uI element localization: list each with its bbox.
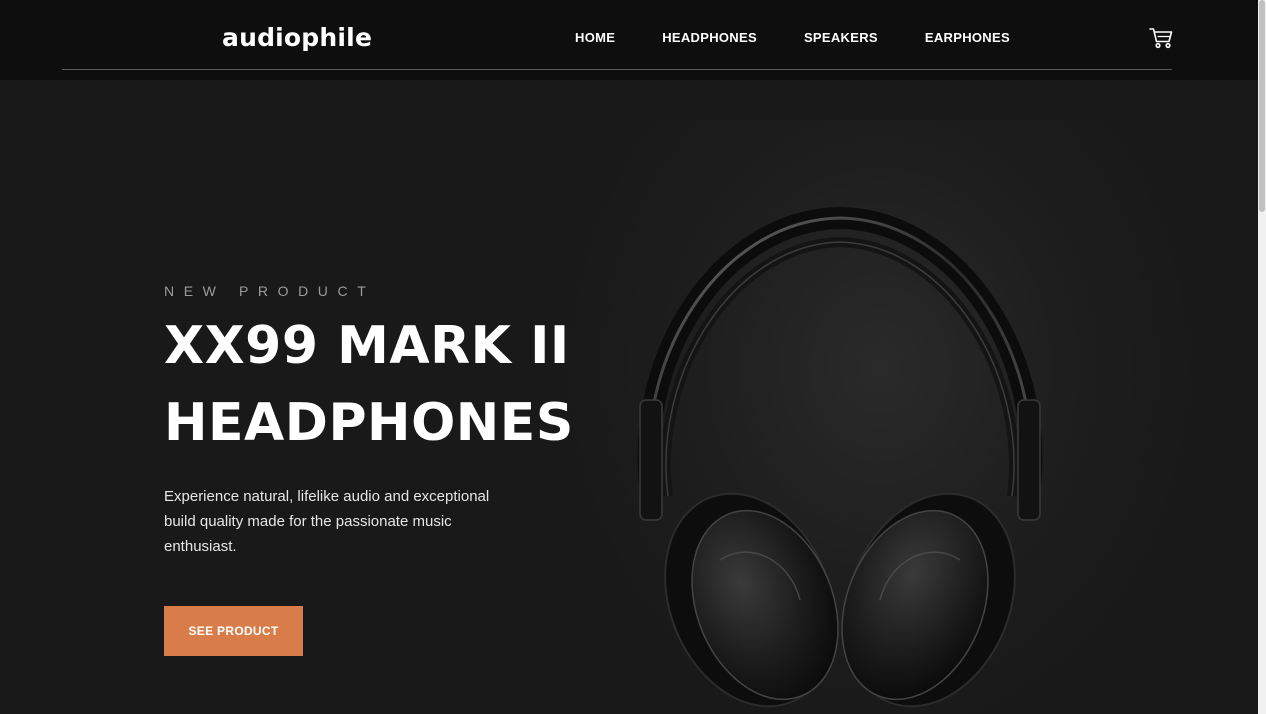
shopping-cart-icon xyxy=(1149,28,1173,49)
header-divider xyxy=(62,69,1172,70)
nav-speakers[interactable]: SPEAKERS xyxy=(804,30,878,46)
hero-section: NEW PRODUCT XX99 MARK II HEADPHONES Expe… xyxy=(0,80,1258,714)
scrollbar-thumb[interactable] xyxy=(1259,0,1265,212)
cart-button[interactable] xyxy=(1149,27,1173,49)
see-product-button[interactable]: SEE PRODUCT xyxy=(164,606,303,656)
nav-home[interactable]: HOME xyxy=(575,30,615,46)
logo[interactable]: audiophile xyxy=(222,22,372,54)
hero-title: XX99 MARK II HEADPHONES xyxy=(164,308,624,462)
page: audiophile HOME HEADPHONES SPEAKERS EARP… xyxy=(0,0,1266,714)
site-header: audiophile HOME HEADPHONES SPEAKERS EARP… xyxy=(0,0,1266,80)
hero-title-line-1: XX99 MARK II xyxy=(164,316,570,376)
nav-headphones[interactable]: HEADPHONES xyxy=(662,30,757,46)
nav-earphones[interactable]: EARPHONES xyxy=(925,30,1010,46)
vertical-scrollbar[interactable] xyxy=(1258,0,1266,714)
hero-description: Experience natural, lifelike audio and e… xyxy=(164,488,490,555)
hero-overline: NEW PRODUCT xyxy=(164,283,376,299)
headphones-image xyxy=(637,206,1043,708)
hero-title-line-2: HEADPHONES xyxy=(164,393,574,453)
main-nav: HOME HEADPHONES SPEAKERS EARPHONES xyxy=(575,30,1057,46)
